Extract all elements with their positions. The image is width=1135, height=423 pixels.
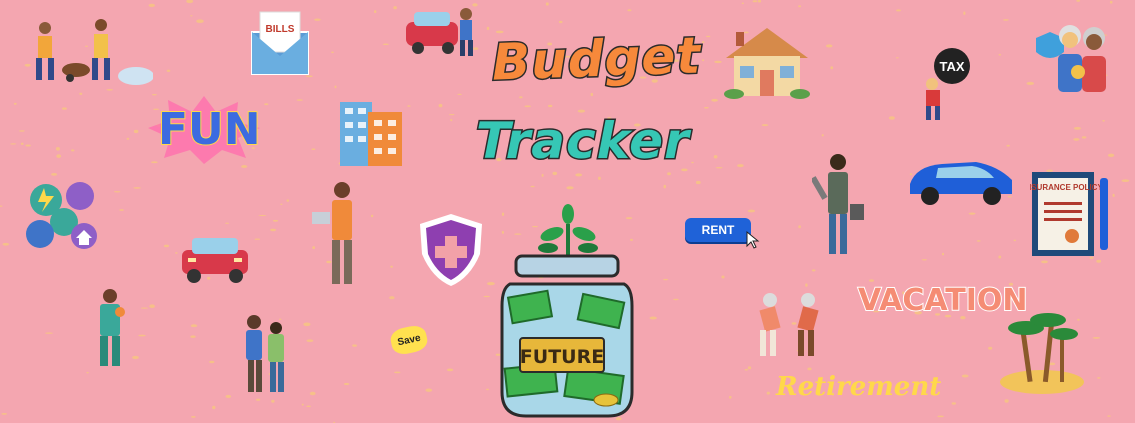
- insurance-label: INSURANCE POLICY: [1030, 183, 1103, 192]
- bills-label: BILLS: [266, 24, 295, 35]
- businessman-laptop-icon: [312, 182, 352, 284]
- apartment-building-icon: [340, 102, 402, 166]
- blue-car-icon: [910, 162, 1012, 205]
- title-budget: Budget: [490, 25, 704, 93]
- insurance-policy-icon: INSURANCE POLICY: [1030, 172, 1108, 256]
- mother-child-icon: [100, 289, 125, 366]
- businesswoman-icon: [812, 154, 864, 254]
- budget-tracker-banner: Budget Tracker BILLS TAX FUN FUTURE RENT…: [0, 0, 1135, 423]
- exercising-seniors-icon: [759, 293, 819, 356]
- tax-label: TAX: [939, 59, 964, 74]
- house-icon: [724, 28, 810, 99]
- fun-sticker: FUN: [157, 103, 262, 156]
- red-car-icon: [182, 238, 248, 283]
- money-jar-icon: FUTURE: [500, 254, 634, 418]
- retirement-text: Retirement: [776, 372, 942, 402]
- rent-button[interactable]: RENT: [685, 218, 751, 242]
- bills-envelope-icon: BILLS: [251, 11, 309, 75]
- tax-ball-icon: TAX: [926, 48, 970, 120]
- future-label: FUTURE: [520, 346, 604, 368]
- title-tracker: Tracker: [475, 111, 691, 172]
- island-palm-icon: [1000, 313, 1084, 394]
- health-shield-icon: [420, 214, 482, 286]
- workers-shoveling-icon: [36, 19, 153, 85]
- car-repair-icon: [406, 8, 473, 56]
- utilities-icon: [26, 182, 97, 249]
- cursor-pointer-icon: [746, 230, 760, 249]
- elderly-couple-icon: [1036, 25, 1106, 92]
- family-walking-icon: [246, 315, 284, 392]
